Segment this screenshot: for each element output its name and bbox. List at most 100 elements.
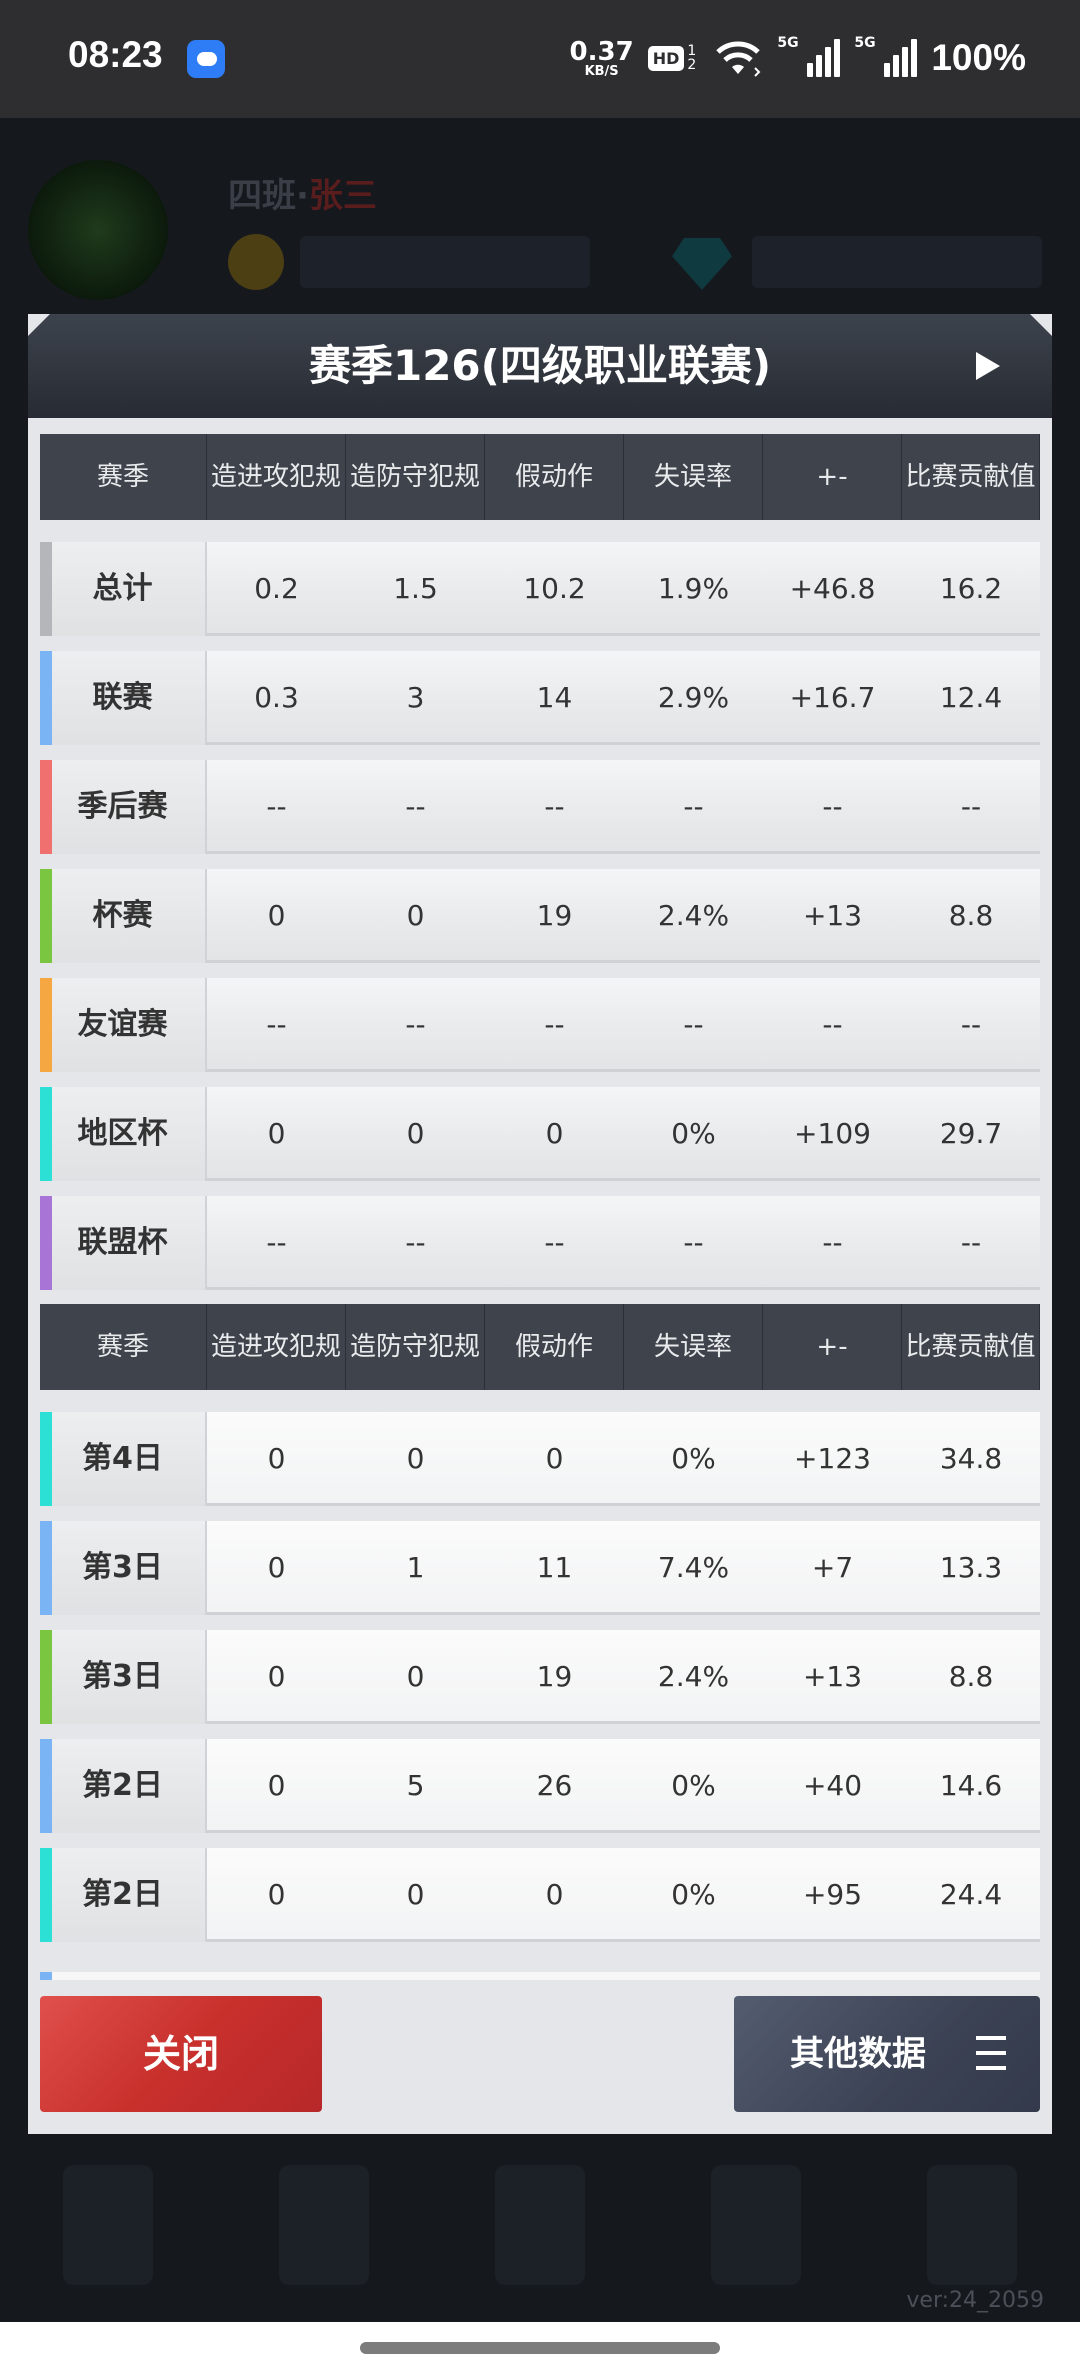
stat-cell: 16.2 [939, 572, 1003, 605]
col-header: 比赛贡献值 [902, 1304, 1040, 1390]
table-row[interactable]: 杯赛 0 0 19 2.4% +13 8.8 [40, 869, 1040, 963]
gem-balance-bar [752, 236, 1042, 288]
category-color-stripe [40, 1196, 52, 1290]
col-header: 赛季 [40, 1304, 207, 1390]
stat-cell: 0 [406, 1660, 425, 1693]
table-row[interactable]: 季后赛 -- -- -- -- -- -- [40, 760, 1040, 854]
stat-cell: 13.3 [939, 1551, 1003, 1584]
stat-cell: 2.4% [657, 1660, 730, 1693]
table-row[interactable]: 友谊赛 -- -- -- -- -- -- [40, 978, 1040, 1072]
row-label: 第2日 [40, 1848, 207, 1942]
row-label: 联赛 [40, 651, 207, 745]
stat-cell: 10.2 [523, 572, 586, 605]
category-color-stripe [40, 760, 52, 854]
table-row[interactable]: 第4日 0 0 0 0% +123 34.8 [40, 1412, 1040, 1506]
stats-table-scroll[interactable]: 赛季 造进攻犯规 造防守犯规 假动作 失误率 +- 比赛贡献值 总计 0.2 1.5… [40, 434, 1040, 1980]
stat-cell: 0 [406, 899, 425, 932]
row-label: 地区杯 [40, 1087, 207, 1181]
stat-cell: 0 [545, 1878, 564, 1911]
stat-cell: -- [822, 790, 843, 823]
stat-cell: -- [960, 790, 982, 823]
col-header: +- [763, 434, 902, 520]
play-icon[interactable] [976, 352, 1000, 380]
stat-cell: 0% [671, 1878, 716, 1911]
stat-cell: -- [266, 1226, 287, 1259]
cell-signal-2-icon: 5G [854, 35, 918, 77]
stat-cell: -- [683, 1226, 704, 1259]
team-logo [28, 160, 168, 300]
version-label: ver:24_2059 [906, 2288, 1044, 2313]
row-label: 第4日 [40, 1412, 207, 1506]
category-color-stripe [40, 1739, 52, 1833]
hd-volte-icon: HD 1 2 [647, 44, 700, 72]
dialog-title: 赛季126(四级职业联赛) [308, 341, 772, 390]
stat-cell: -- [405, 790, 426, 823]
table-row[interactable]: 总计 0.2 1.5 10.2 1.9% +46.8 16.2 [40, 542, 1040, 636]
table-row-partial [40, 1972, 1040, 1980]
other-data-label: 其他数据 [790, 2034, 926, 2074]
col-header: 失误率 [624, 434, 763, 520]
wifi-icon [716, 41, 761, 77]
row-label: 第3日 [40, 1521, 207, 1615]
table-row[interactable]: 联盟杯 -- -- -- -- -- -- [40, 1196, 1040, 1290]
category-color-stripe [40, 978, 52, 1072]
stat-cell: 14.6 [939, 1769, 1003, 1802]
table-row[interactable]: 第2日 0 0 0 0% +95 24.4 [40, 1848, 1040, 1942]
col-header: 造防守犯规 [346, 434, 485, 520]
nav-item [495, 2165, 585, 2285]
stat-cell: +46.8 [789, 572, 876, 605]
home-gesture-bar[interactable] [360, 2342, 720, 2354]
other-data-button[interactable]: 其他数据 [734, 1996, 1040, 2112]
coin-balance-bar [300, 236, 590, 288]
col-header: 造进攻犯规 [207, 434, 346, 520]
stat-cell: 1 [406, 1551, 425, 1584]
coin-icon [228, 234, 284, 290]
stat-cell: 7.4% [657, 1551, 730, 1584]
close-button[interactable]: 关闭 [40, 1996, 322, 2112]
stat-cell: -- [822, 1008, 843, 1041]
weather-app-icon [187, 40, 225, 78]
stat-cell: 11 [536, 1551, 573, 1584]
stat-cell: 19 [536, 1660, 573, 1693]
table-row[interactable]: 第2日 0 5 26 0% +40 14.6 [40, 1739, 1040, 1833]
stat-cell: 0 [267, 899, 286, 932]
table-row[interactable]: 第3日 0 0 19 2.4% +13 8.8 [40, 1630, 1040, 1724]
table-row[interactable]: 地区杯 0 0 0 0% +109 29.7 [40, 1087, 1040, 1181]
table-row[interactable]: 联赛 0.3 3 14 2.9% +16.7 12.4 [40, 651, 1040, 745]
table-row[interactable]: 第3日 0 1 11 7.4% +7 13.3 [40, 1521, 1040, 1615]
stat-cell: 0 [545, 1117, 564, 1150]
battery-level: 100% [931, 37, 1026, 78]
stat-cell: -- [405, 1008, 426, 1041]
col-header: +- [763, 1304, 902, 1390]
cell-signal-1-icon: 5G [777, 35, 841, 77]
category-color-stripe [40, 1848, 52, 1942]
stat-cell: 0.3 [254, 681, 299, 714]
nav-item [927, 2165, 1017, 2285]
stat-cell: 0 [267, 1442, 286, 1475]
status-icons: 0.37 KB/S HD 1 2 5G 5G 100% [570, 30, 1026, 86]
daily-table-header: 赛季 造进攻犯规 造防守犯规 假动作 失误率 +- 比赛贡献值 [40, 1304, 1040, 1390]
network-speed: 0.37 KB/S [569, 36, 634, 79]
stat-cell: +123 [794, 1442, 871, 1475]
stat-cell: 0 [406, 1117, 425, 1150]
category-color-stripe [40, 869, 52, 963]
stat-cell: -- [266, 1008, 287, 1041]
col-header: 假动作 [485, 1304, 624, 1390]
stat-cell: 8.8 [948, 899, 994, 932]
category-color-stripe [40, 1630, 52, 1724]
stat-cell: 19 [536, 899, 573, 932]
stat-cell: -- [266, 790, 287, 823]
stat-cell: 2.4% [657, 899, 730, 932]
stat-cell: +7 [811, 1551, 854, 1584]
col-header: 造进攻犯规 [207, 1304, 346, 1390]
stat-cell: 8.8 [948, 1660, 994, 1693]
stat-cell: +40 [802, 1769, 863, 1802]
stat-cell: 0 [267, 1878, 286, 1911]
category-color-stripe [40, 1521, 52, 1615]
stat-cell: +95 [802, 1878, 863, 1911]
stat-cell: -- [683, 790, 704, 823]
stat-cell: +13 [802, 1660, 863, 1693]
col-header: 造防守犯规 [346, 1304, 485, 1390]
stat-cell: -- [544, 790, 565, 823]
stat-cell: -- [544, 1226, 565, 1259]
